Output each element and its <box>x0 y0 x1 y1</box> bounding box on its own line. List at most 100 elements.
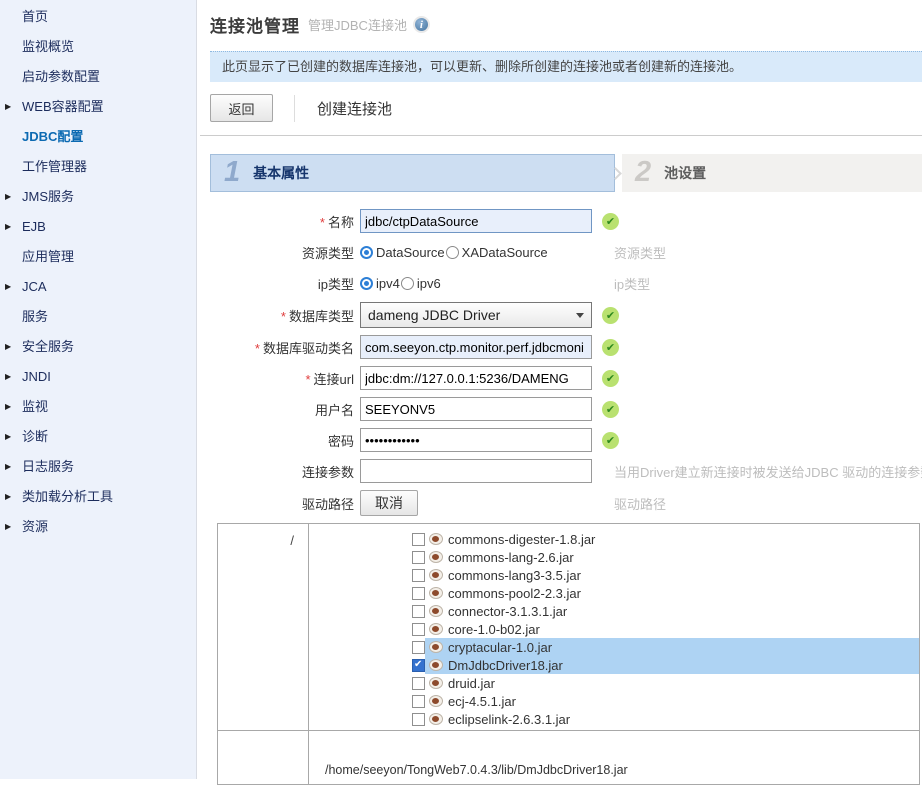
create-pool-link[interactable]: 创建连接池 <box>317 98 392 119</box>
field-label: 驱动路径 <box>301 496 354 512</box>
sidebar-item-classloader-tool[interactable]: ▶ 类加载分析工具 <box>0 482 196 512</box>
jar-list-item[interactable]: commons-digester-1.8.jar <box>309 530 919 548</box>
expand-arrow-icon: ▶ <box>5 402 12 411</box>
jar-checkbox-checked[interactable] <box>412 658 425 672</box>
jar-file-icon <box>429 695 443 707</box>
sidebar-item-label: 监视概览 <box>22 39 75 54</box>
driver-class-input[interactable] <box>360 335 592 359</box>
jar-checkbox[interactable] <box>412 712 425 726</box>
radio-xadatasource[interactable] <box>445 245 459 259</box>
connection-url-input[interactable] <box>360 366 592 390</box>
expand-arrow-icon: ▶ <box>5 462 12 471</box>
sidebar-item-web-container[interactable]: ▶ WEB容器配置 <box>0 92 196 122</box>
sidebar-item-ejb[interactable]: ▶ EJB <box>0 212 196 242</box>
step-label: 基本属性 <box>253 165 310 181</box>
jar-file-icon <box>429 659 443 671</box>
step-number: 1 <box>224 155 241 188</box>
jar-file-icon <box>429 587 443 599</box>
file-tree-root[interactable]: / <box>218 524 309 730</box>
field-label: ip类型 <box>317 276 354 292</box>
jar-checkbox[interactable] <box>412 568 425 582</box>
jar-list-item[interactable]: commons-lang3-3.5.jar <box>309 566 919 584</box>
wizard-step-basic[interactable]: 1 基本属性 <box>210 154 615 192</box>
sidebar-item-startup-params[interactable]: 启动参数配置 <box>0 62 196 92</box>
form-row-url: *连接url ✔ <box>197 366 922 390</box>
sidebar-item-app-management[interactable]: 应用管理 <box>0 242 196 272</box>
sidebar-item-monitor-overview[interactable]: 监视概览 <box>0 32 196 62</box>
sidebar-item-jms[interactable]: ▶ JMS服务 <box>0 182 196 212</box>
jar-list-item[interactable]: ecj-4.5.1.jar <box>309 692 919 710</box>
cancel-button[interactable]: 取消 <box>360 490 418 516</box>
page-header: 连接池管理 管理JDBC连接池 i <box>197 0 922 37</box>
jar-list-item[interactable]: commons-lang-2.6.jar <box>309 548 919 566</box>
expand-arrow-icon: ▶ <box>5 492 12 501</box>
pool-name-input[interactable] <box>360 209 592 233</box>
step-number: 2 <box>635 155 652 188</box>
info-icon[interactable]: i <box>412 16 430 33</box>
sidebar-item-log-service[interactable]: ▶ 日志服务 <box>0 452 196 482</box>
jar-checkbox[interactable] <box>412 586 425 600</box>
jar-file-icon <box>429 713 443 725</box>
sidebar-item-jca[interactable]: ▶ JCA <box>0 272 196 302</box>
page-subtitle: 管理JDBC连接池 <box>308 18 407 33</box>
sidebar-item-label: 资源 <box>22 519 49 534</box>
step-label: 池设置 <box>664 165 707 181</box>
sidebar-item-diagnosis[interactable]: ▶ 诊断 <box>0 422 196 452</box>
expand-arrow-icon: ▶ <box>5 342 12 351</box>
sidebar-item-work-manager[interactable]: 工作管理器 <box>0 152 196 182</box>
jar-list-item[interactable]: eclipselink-2.6.3.1.jar <box>309 710 919 728</box>
sidebar-nav: 首页 监视概览 启动参数配置 ▶ WEB容器配置 JDBC配置 工作管理器 ▶ JM… <box>0 0 197 779</box>
jar-list-item-highlighted[interactable]: cryptacular-1.0.jar <box>309 638 919 656</box>
jar-list-item[interactable]: connector-3.1.3.1.jar <box>309 602 919 620</box>
form-row-password: 密码 ✔ <box>197 428 922 452</box>
sidebar-item-security[interactable]: ▶ 安全服务 <box>0 332 196 362</box>
jar-name: commons-lang-2.6.jar <box>448 549 574 565</box>
back-button[interactable]: 返回 <box>210 94 273 122</box>
jar-checkbox[interactable] <box>412 532 425 546</box>
sidebar-item-resources[interactable]: ▶ 资源 <box>0 512 196 542</box>
jar-file-list: commons-digester-1.8.jar commons-lang-2.… <box>309 524 919 730</box>
main-content: 连接池管理 管理JDBC连接池 i 此页显示了已创建的数据库连接池，可以更新、删… <box>197 0 922 785</box>
jar-file-icon <box>429 641 443 653</box>
jar-checkbox[interactable] <box>412 694 425 708</box>
jar-name: commons-pool2-2.3.jar <box>448 585 581 601</box>
jar-file-icon <box>429 605 443 617</box>
jar-file-icon <box>429 551 443 563</box>
jar-checkbox[interactable] <box>412 640 425 654</box>
jar-list-item[interactable]: druid.jar <box>309 674 919 692</box>
wizard-step-pool[interactable]: 2 池设置 <box>622 154 922 192</box>
field-hint: 当用Driver建立新连接时被发送给JDBC 驱动的连接参数， <box>614 464 922 480</box>
field-label: 名称 <box>327 214 354 230</box>
field-label: 连接url <box>313 371 354 387</box>
jar-list-item[interactable]: core-1.0-b02.jar <box>309 620 919 638</box>
expand-arrow-icon: ▶ <box>5 222 12 231</box>
field-label: 密码 <box>327 433 354 449</box>
sidebar-item-label: WEB容器配置 <box>22 99 104 114</box>
sidebar-item-service[interactable]: 服务 <box>0 302 196 332</box>
radio-ipv6[interactable] <box>400 276 414 290</box>
toolbar: 返回 创建连接池 <box>210 94 922 122</box>
password-input[interactable] <box>360 428 592 452</box>
username-input[interactable] <box>360 397 592 421</box>
form-row-name: *名称 ✔ <box>197 209 922 233</box>
db-type-select[interactable]: dameng JDBC Driver <box>360 302 592 328</box>
jar-checkbox[interactable] <box>412 604 425 618</box>
jar-name: druid.jar <box>448 675 495 691</box>
jar-checkbox[interactable] <box>412 550 425 564</box>
jar-checkbox[interactable] <box>412 622 425 636</box>
jar-list-item-selected[interactable]: DmJdbcDriver18.jar <box>309 656 919 674</box>
jar-list-item[interactable]: commons-pool2-2.3.jar <box>309 584 919 602</box>
sidebar-item-label: JMS服务 <box>22 189 75 204</box>
sidebar-item-jndi[interactable]: ▶ JNDI <box>0 362 196 392</box>
form-row-ip-type: ip类型 ipv4 ipv6 ip类型 <box>197 271 922 295</box>
radio-ipv4[interactable] <box>360 276 373 290</box>
conn-params-input[interactable] <box>360 459 592 483</box>
jar-checkbox[interactable] <box>412 676 425 690</box>
expand-arrow-icon: ▶ <box>5 522 12 531</box>
sidebar-item-monitoring[interactable]: ▶ 监视 <box>0 392 196 422</box>
radio-datasource[interactable] <box>360 245 373 259</box>
jar-name: commons-lang3-3.5.jar <box>448 567 581 583</box>
sidebar-item-label: 监视 <box>22 399 49 414</box>
sidebar-item-jdbc-config[interactable]: JDBC配置 <box>0 122 196 152</box>
sidebar-item-home[interactable]: 首页 <box>0 2 196 32</box>
